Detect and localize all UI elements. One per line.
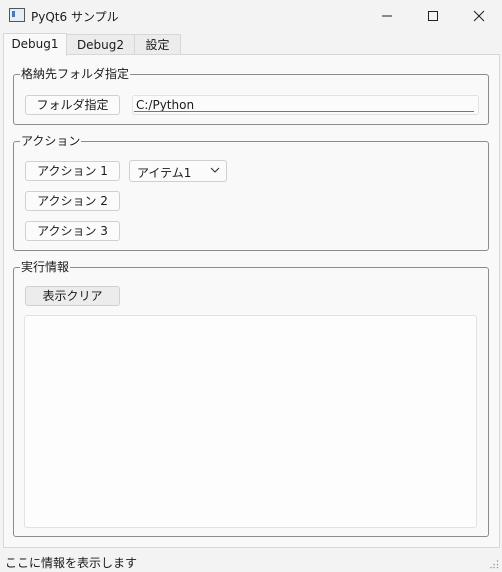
action-3-button[interactable]: アクション 3 xyxy=(25,221,120,241)
title-bar: PyQt6 サンプル xyxy=(0,0,502,31)
minimize-button[interactable] xyxy=(364,0,410,31)
action-1-button[interactable]: アクション 1 xyxy=(25,161,120,181)
tab-settings[interactable]: 設定 xyxy=(134,34,181,55)
resize-grip-icon[interactable] xyxy=(489,559,499,569)
tab-debug2[interactable]: Debug2 xyxy=(66,34,135,55)
app-window-icon xyxy=(9,8,25,22)
item-combo-value: アイテム1 xyxy=(137,166,192,180)
folder-path-value: C:/Python xyxy=(136,98,195,112)
minimize-icon xyxy=(382,15,392,17)
window-title: PyQt6 サンプル xyxy=(31,10,119,24)
clear-display-button[interactable]: 表示クリア xyxy=(25,286,120,306)
close-button[interactable] xyxy=(456,0,502,31)
folder-group: 格納先フォルダ指定 フォルダ指定 C:/Python xyxy=(13,67,489,125)
status-bar: ここに情報を表示します xyxy=(0,550,502,572)
maximize-icon xyxy=(428,11,438,21)
info-group: 実行情報 表示クリア xyxy=(13,260,489,537)
chevron-down-icon xyxy=(210,167,220,173)
tab-panel: 格納先フォルダ指定 フォルダ指定 C:/Python アクション アクション 1… xyxy=(3,54,500,548)
action-group-title: アクション xyxy=(20,134,82,148)
info-group-title: 実行情報 xyxy=(20,260,71,274)
select-folder-button[interactable]: フォルダ指定 xyxy=(25,95,120,115)
log-output-area[interactable] xyxy=(24,315,477,528)
action-2-button[interactable]: アクション 2 xyxy=(25,191,120,211)
status-message: ここに情報を表示します xyxy=(5,556,138,570)
item-combo[interactable]: アイテム1 xyxy=(129,160,227,182)
folder-group-title: 格納先フォルダ指定 xyxy=(20,67,131,81)
input-underline xyxy=(134,111,474,112)
folder-path-input[interactable]: C:/Python xyxy=(132,95,479,115)
action-group: アクション アクション 1 アイテム1 アクション 2 アクション 3 xyxy=(13,134,489,251)
tab-debug1[interactable]: Debug1 xyxy=(3,33,67,56)
close-icon xyxy=(473,10,485,22)
maximize-button[interactable] xyxy=(410,0,456,31)
